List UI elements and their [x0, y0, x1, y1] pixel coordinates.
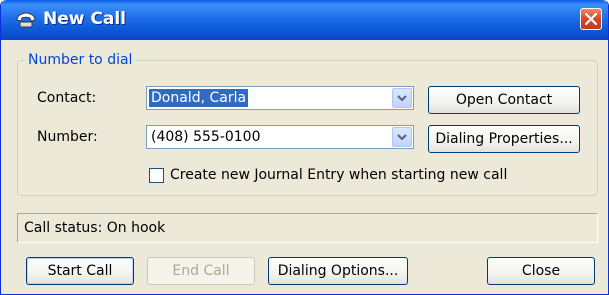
close-window-button[interactable]: [580, 8, 602, 30]
number-label: Number:: [37, 129, 98, 145]
window-title: New Call: [43, 9, 126, 29]
call-status-text: Call status: On hook: [24, 220, 166, 236]
number-combobox[interactable]: (408) 555-0100: [146, 125, 414, 149]
journal-entry-label[interactable]: Create new Journal Entry when starting n…: [170, 167, 507, 183]
contact-label: Contact:: [37, 90, 97, 106]
contact-value: Donald, Carla: [149, 89, 249, 107]
contact-combobox[interactable]: Donald, Carla: [146, 86, 414, 110]
title-bar[interactable]: New Call: [1, 0, 608, 40]
dialing-options-button[interactable]: Dialing Options...: [268, 257, 408, 285]
phone-icon: [15, 11, 37, 29]
open-contact-button[interactable]: Open Contact: [428, 86, 580, 114]
contact-dropdown-button[interactable]: [392, 88, 412, 108]
close-icon: [585, 13, 597, 25]
new-call-dialog: New Call Number to dial Contact: Donald,…: [0, 0, 609, 295]
number-value: (408) 555-0100: [151, 129, 261, 145]
dialing-properties-button[interactable]: Dialing Properties...: [428, 125, 580, 153]
chevron-down-icon: [397, 95, 407, 102]
chevron-down-icon: [397, 134, 407, 141]
number-dropdown-button[interactable]: [392, 127, 412, 147]
end-call-button[interactable]: End Call: [147, 257, 255, 285]
journal-entry-checkbox[interactable]: [149, 168, 164, 183]
close-button[interactable]: Close: [487, 257, 595, 285]
start-call-button[interactable]: Start Call: [26, 257, 134, 285]
call-status-bar: Call status: On hook: [17, 213, 598, 243]
group-legend: Number to dial: [25, 52, 136, 68]
